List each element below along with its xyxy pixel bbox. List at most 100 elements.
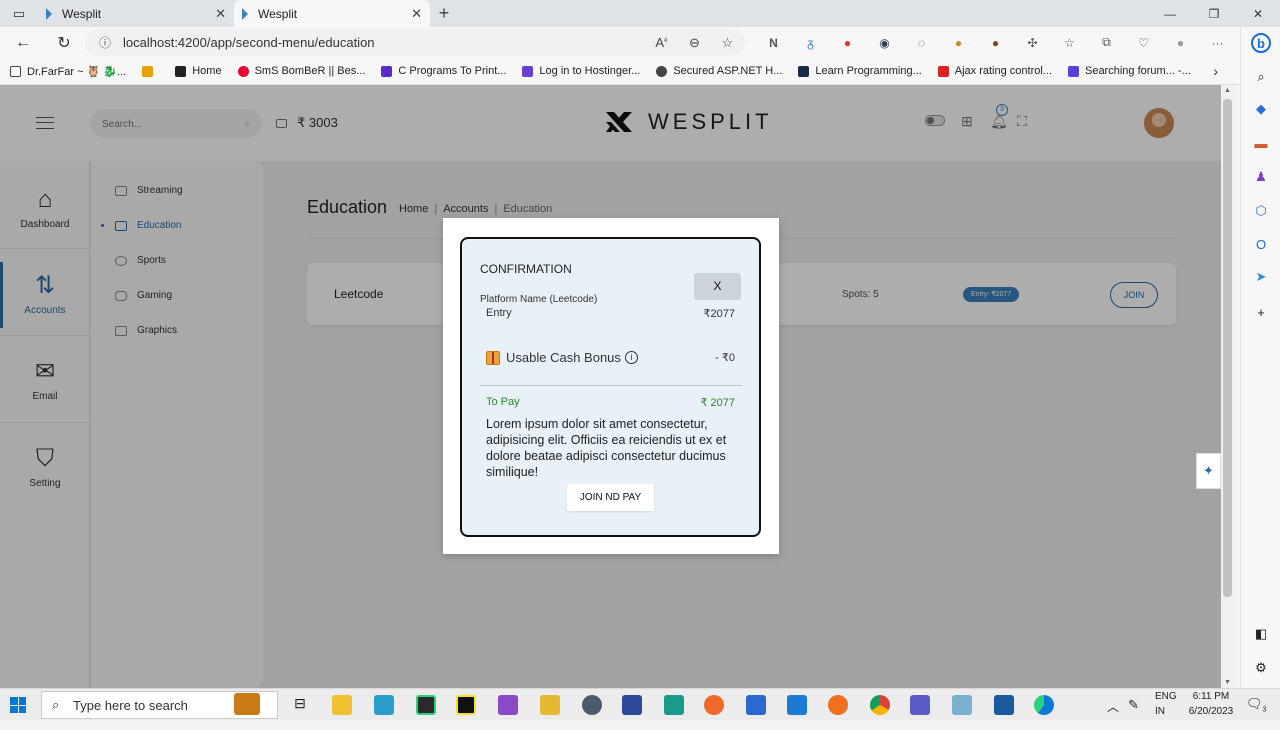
- modal-title: CONFIRMATION: [480, 262, 572, 276]
- site-info-icon[interactable]: ⓘ: [99, 34, 111, 51]
- outlook-icon[interactable]: O: [1251, 234, 1271, 254]
- visual-studio-icon[interactable]: [498, 695, 518, 715]
- close-window-icon[interactable]: ✕: [1236, 0, 1280, 27]
- bookmark[interactable]: Learn Programming...: [798, 65, 922, 77]
- photos-icon[interactable]: [994, 695, 1014, 715]
- tab-title: Wesplit: [258, 6, 298, 21]
- profile-avatar-icon[interactable]: ●: [1162, 36, 1199, 50]
- extension-icon[interactable]: ᵹ: [792, 36, 829, 50]
- browser-tab-1[interactable]: Wesplit ✕: [38, 0, 234, 27]
- bookmark[interactable]: Secured ASP.NET H...: [656, 65, 782, 77]
- tab-actions-icon[interactable]: ▭: [0, 0, 38, 27]
- bonus-value: - ₹0: [715, 352, 735, 364]
- cookie-extension-icon[interactable]: ●: [940, 36, 977, 50]
- close-tab-icon[interactable]: ✕: [411, 6, 422, 22]
- file-explorer-icon[interactable]: [332, 695, 352, 715]
- scroll-down-icon[interactable]: ▼: [1224, 679, 1231, 686]
- extensions-puzzle-icon[interactable]: ✣: [1014, 36, 1051, 50]
- modal-content: CONFIRMATION X Platform Name (Leetcode) …: [460, 237, 761, 537]
- search-icon: ⌕: [52, 697, 60, 712]
- settings-gear-icon[interactable]: ⚙: [1251, 658, 1271, 678]
- close-tab-icon[interactable]: ✕: [215, 6, 226, 22]
- windows-start-icon[interactable]: [10, 697, 26, 713]
- back-icon[interactable]: ←: [0, 34, 46, 52]
- chevron-right-icon[interactable]: ›: [1213, 63, 1218, 79]
- to-pay-label: To Pay: [486, 396, 520, 408]
- bookmark[interactable]: Ajax rating control...: [937, 65, 1052, 77]
- entry-label: Entry: [486, 307, 512, 319]
- minimize-icon[interactable]: —: [1148, 0, 1192, 27]
- bookmark[interactable]: SmS BomBeR || Bes...: [237, 65, 365, 77]
- app-icon[interactable]: [664, 695, 684, 715]
- app-icon[interactable]: [746, 695, 766, 715]
- maximize-icon[interactable]: ❐: [1192, 0, 1236, 27]
- sidebar-panel-icon[interactable]: ◧: [1251, 624, 1271, 644]
- page-scrollbar[interactable]: ▲ ▼: [1221, 85, 1234, 688]
- app-icon[interactable]: [374, 695, 394, 715]
- pen-icon[interactable]: ✎: [1128, 697, 1139, 729]
- tools-icon[interactable]: ▬: [1251, 133, 1271, 153]
- zoom-icon[interactable]: ⊖: [678, 35, 711, 51]
- favorite-star-icon[interactable]: ☆: [711, 35, 744, 51]
- bookmark[interactable]: Home: [175, 65, 222, 77]
- bookmark[interactable]: C Programs To Print...: [381, 65, 506, 77]
- vscode-icon[interactable]: [787, 695, 807, 715]
- scroll-up-icon[interactable]: ▲: [1224, 87, 1231, 94]
- browser-essentials-icon[interactable]: ♡: [1125, 36, 1162, 50]
- browser-tab-2[interactable]: Wesplit ✕: [234, 0, 430, 27]
- favorites-icon[interactable]: ☆: [1051, 36, 1088, 50]
- send-icon[interactable]: ➤: [1251, 267, 1271, 287]
- collections-icon[interactable]: ⧉: [1088, 35, 1125, 50]
- search-icon[interactable]: ⌕: [1251, 67, 1271, 87]
- refresh-icon[interactable]: ↻: [46, 33, 82, 53]
- entry-value: ₹2077: [703, 308, 735, 320]
- app-icon[interactable]: [540, 695, 560, 715]
- gift-icon: [486, 350, 500, 365]
- teams-icon[interactable]: [910, 695, 930, 715]
- pycharm-icon[interactable]: [456, 695, 476, 715]
- more-menu-icon[interactable]: ···: [1199, 36, 1236, 50]
- info-icon[interactable]: i: [624, 351, 638, 364]
- edge-icon[interactable]: [1034, 695, 1054, 715]
- read-aloud-icon[interactable]: Aა: [645, 35, 678, 50]
- close-button[interactable]: X: [694, 273, 741, 300]
- confirmation-modal: CONFIRMATION X Platform Name (Leetcode) …: [443, 218, 779, 554]
- join-and-pay-button[interactable]: JOIN ND PAY: [567, 484, 654, 511]
- notion-extension-icon[interactable]: N: [755, 36, 792, 50]
- record-extension-icon[interactable]: ●: [829, 36, 866, 50]
- divider: [480, 385, 742, 386]
- bookmark[interactable]: Dr.FarFar ~ 🦉 🐉...: [10, 65, 126, 78]
- edge-sidebar: b ⌕ ◆ ▬ ♟ ⬡ O ➤ + ◧ ⚙: [1240, 27, 1280, 688]
- to-pay-value: ₹ 2077: [700, 397, 735, 409]
- bing-chat-icon[interactable]: b: [1251, 33, 1271, 53]
- tray-chevron-icon[interactable]: ︿: [1107, 698, 1119, 730]
- action-center-icon[interactable]: 🗨︎3: [1246, 696, 1266, 728]
- bookmark[interactable]: Log in to Hostinger...: [522, 65, 640, 77]
- url-actions: Aა ⊖ ☆: [645, 27, 744, 58]
- app-icon[interactable]: [582, 695, 602, 715]
- clock[interactable]: 6:11 PM 6/20/2023: [1185, 691, 1237, 723]
- wesplit-favicon-icon: [46, 7, 52, 20]
- new-tab-button[interactable]: +: [430, 0, 458, 27]
- shopping-tag-icon[interactable]: ◆: [1251, 99, 1271, 119]
- task-view-icon[interactable]: ⊟: [290, 695, 310, 715]
- webstorm-icon[interactable]: [416, 695, 436, 715]
- microsoft365-icon[interactable]: ⬡: [1251, 201, 1271, 221]
- language-indicator[interactable]: ENG IN: [1155, 691, 1177, 723]
- cookie-editor-icon[interactable]: ●: [977, 36, 1014, 50]
- extension-icon[interactable]: ◌: [903, 36, 940, 50]
- bookmark[interactable]: [142, 65, 159, 77]
- app-icon[interactable]: [622, 695, 642, 715]
- taskbar-search-placeholder: Type here to search: [73, 698, 188, 713]
- bookmark[interactable]: Searching forum... -...: [1067, 65, 1191, 77]
- postman-icon[interactable]: [704, 695, 724, 715]
- scroll-thumb[interactable]: [1223, 99, 1232, 597]
- briefcase-icon[interactable]: [234, 693, 260, 715]
- extension-icon[interactable]: ◉: [866, 36, 903, 50]
- app-icon[interactable]: [952, 695, 972, 715]
- add-icon[interactable]: +: [1251, 302, 1271, 322]
- games-icon[interactable]: ♟: [1251, 167, 1271, 187]
- firefox-icon[interactable]: [828, 695, 848, 715]
- chrome-icon[interactable]: [870, 695, 890, 715]
- magic-wand-icon[interactable]: ✦: [1196, 453, 1221, 489]
